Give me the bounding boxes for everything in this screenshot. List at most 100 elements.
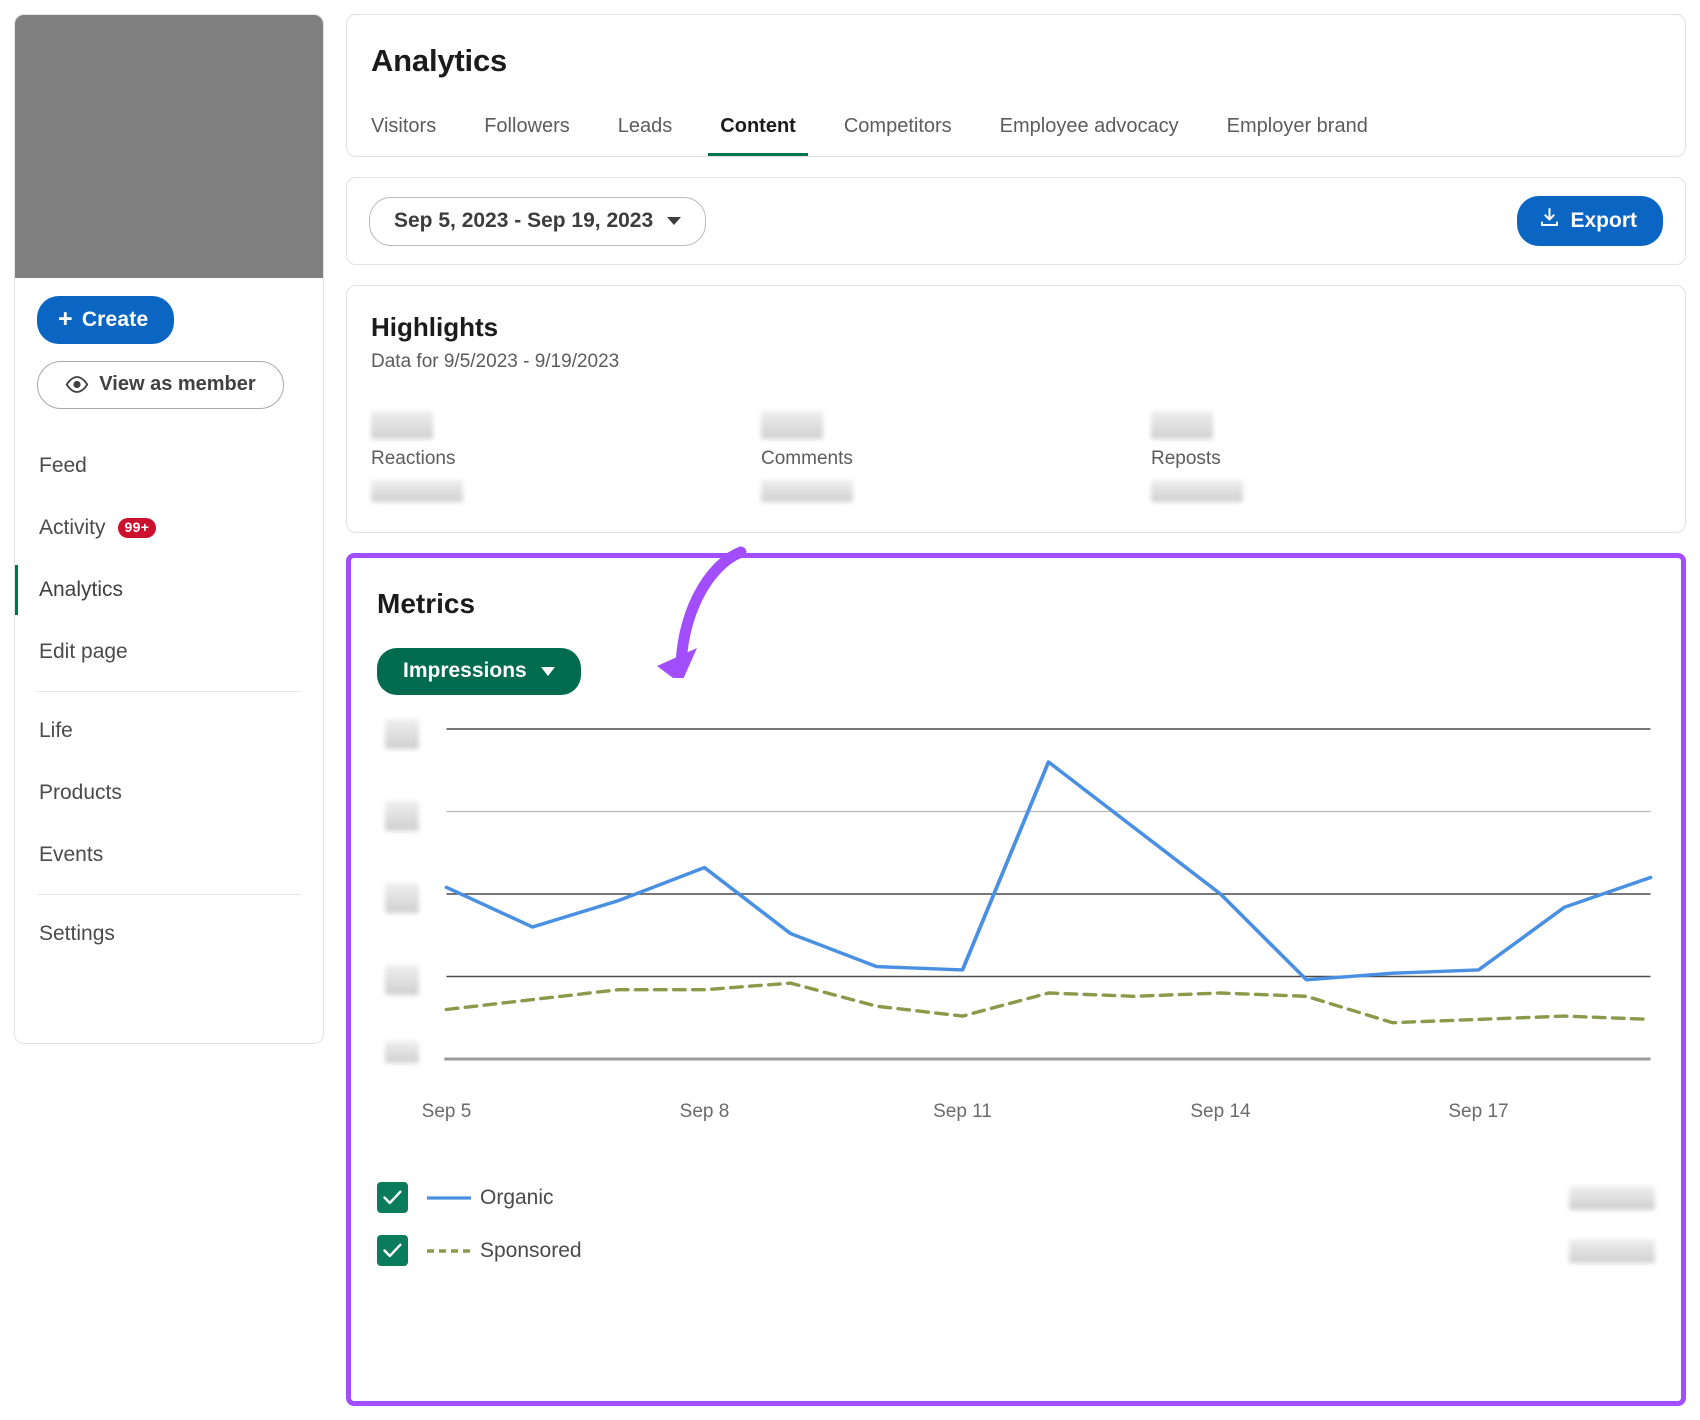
highlights-row: Reactions Comments Reposts	[371, 411, 1661, 502]
tab-label: Content	[720, 115, 796, 137]
view-as-member-button[interactable]: View as member	[37, 361, 284, 409]
tab-followers[interactable]: Followers	[460, 105, 594, 156]
tab-label: Visitors	[371, 115, 436, 137]
legend-checkbox-sponsored[interactable]	[377, 1235, 408, 1266]
toolbar-card: Sep 5, 2023 - Sep 19, 2023 Export	[346, 177, 1686, 265]
tab-visitors[interactable]: Visitors	[371, 105, 460, 156]
highlight-value-masked	[371, 411, 433, 439]
sidebar-item-analytics[interactable]: Analytics	[37, 559, 301, 621]
sidebar-item-label: Edit page	[39, 640, 128, 664]
highlight-value-masked	[1151, 411, 1213, 439]
highlights-subtitle: Data for 9/5/2023 - 9/19/2023	[371, 351, 1661, 373]
sidebar-item-label: Settings	[39, 922, 115, 946]
y-tick-masked	[385, 719, 419, 749]
legend-row-sponsored: Sponsored	[377, 1224, 1655, 1277]
highlight-value-masked	[761, 411, 823, 439]
highlight-comments: Comments	[761, 411, 1151, 502]
sidebar-item-settings[interactable]: Settings	[37, 903, 301, 965]
create-button[interactable]: + Create	[37, 296, 174, 344]
sidebar-divider	[37, 691, 301, 692]
y-axis-labels	[385, 723, 419, 1073]
highlight-label: Reactions	[371, 448, 761, 470]
legend-label: Sponsored	[480, 1239, 582, 1263]
sidebar-item-label: Events	[39, 843, 103, 867]
metric-selector-dropdown[interactable]: Impressions	[377, 648, 581, 695]
date-range-label: Sep 5, 2023 - Sep 19, 2023	[394, 209, 653, 233]
sidebar-nav: Feed Activity 99+ Analytics Edit page Li…	[37, 435, 301, 965]
x-tick-label: Sep 14	[1190, 1101, 1250, 1123]
page-title: Analytics	[371, 43, 1661, 79]
sidebar-item-label: Life	[39, 719, 73, 743]
main-content: Analytics Visitors Followers Leads Conte…	[346, 14, 1686, 1406]
sidebar-item-label: Analytics	[39, 578, 123, 602]
highlight-reposts: Reposts	[1151, 411, 1541, 502]
tab-label: Competitors	[844, 115, 952, 137]
x-axis-labels: Sep 5 Sep 8 Sep 11 Sep 14 Sep 17	[377, 1095, 1655, 1129]
y-tick-masked	[385, 801, 419, 831]
tab-competitors[interactable]: Competitors	[820, 105, 976, 156]
app-window: + Create View as member Feed Activity	[0, 0, 1700, 1420]
sidebar-item-products[interactable]: Products	[37, 762, 301, 824]
page-cover-photo	[15, 15, 323, 278]
highlights-card: Highlights Data for 9/5/2023 - 9/19/2023…	[346, 285, 1686, 533]
highlight-reactions: Reactions	[371, 411, 761, 502]
highlight-delta-masked	[371, 480, 463, 502]
metrics-title: Metrics	[377, 588, 1655, 620]
export-button-label: Export	[1570, 209, 1637, 233]
y-tick-masked	[385, 1041, 419, 1063]
metrics-chart: Sep 5 Sep 8 Sep 11 Sep 14 Sep 17	[377, 723, 1655, 1129]
legend-value-masked	[1569, 1186, 1655, 1210]
sidebar-item-life[interactable]: Life	[37, 700, 301, 762]
legend-label: Organic	[480, 1186, 554, 1210]
legend-checkbox-organic[interactable]	[377, 1182, 408, 1213]
sidebar-item-events[interactable]: Events	[37, 824, 301, 886]
sidebar-item-label: Products	[39, 781, 122, 805]
create-button-label: Create	[82, 308, 149, 332]
tab-content[interactable]: Content	[696, 105, 820, 156]
download-icon	[1539, 207, 1560, 234]
chevron-down-icon	[541, 667, 555, 676]
x-tick-label: Sep 5	[422, 1101, 472, 1123]
chart-plot-area	[377, 723, 1655, 1093]
legend-row-organic: Organic	[377, 1171, 1655, 1224]
metrics-card: Metrics Impressions	[346, 553, 1686, 1406]
sidebar: + Create View as member Feed Activity	[14, 14, 324, 1044]
tab-label: Employer brand	[1227, 115, 1368, 137]
tab-leads[interactable]: Leads	[594, 105, 697, 156]
highlight-label: Comments	[761, 448, 1151, 470]
activity-badge: 99+	[118, 518, 157, 538]
legend-swatch-dashed-icon	[426, 1248, 472, 1254]
tab-label: Followers	[484, 115, 570, 137]
x-tick-label: Sep 17	[1448, 1101, 1508, 1123]
tab-label: Employee advocacy	[1000, 115, 1179, 137]
tab-employer-brand[interactable]: Employer brand	[1203, 105, 1392, 156]
highlights-title: Highlights	[371, 312, 1661, 343]
legend-swatch-solid-icon	[426, 1195, 472, 1201]
date-range-picker[interactable]: Sep 5, 2023 - Sep 19, 2023	[369, 197, 706, 246]
sidebar-item-edit-page[interactable]: Edit page	[37, 621, 301, 683]
highlight-delta-masked	[761, 480, 853, 502]
y-tick-masked	[385, 883, 419, 913]
sidebar-item-label: Activity	[39, 516, 106, 540]
metric-selector-label: Impressions	[403, 659, 527, 683]
analytics-tabs: Visitors Followers Leads Content Competi…	[371, 105, 1661, 156]
sidebar-item-activity[interactable]: Activity 99+	[37, 497, 301, 559]
sidebar-divider	[37, 894, 301, 895]
x-tick-label: Sep 11	[933, 1101, 992, 1123]
analytics-header-card: Analytics Visitors Followers Leads Conte…	[346, 14, 1686, 157]
sidebar-item-feed[interactable]: Feed	[37, 435, 301, 497]
tab-employee-advocacy[interactable]: Employee advocacy	[976, 105, 1203, 156]
eye-icon	[65, 376, 89, 393]
sidebar-item-label: Feed	[39, 454, 87, 478]
export-button[interactable]: Export	[1517, 196, 1663, 246]
highlight-label: Reposts	[1151, 448, 1541, 470]
tab-label: Leads	[618, 115, 673, 137]
highlight-delta-masked	[1151, 480, 1243, 502]
view-as-member-label: View as member	[99, 373, 255, 396]
plus-icon: +	[58, 307, 73, 332]
x-tick-label: Sep 8	[680, 1101, 730, 1123]
chevron-down-icon	[667, 217, 681, 225]
chart-legend: Organic Sponsored	[377, 1171, 1655, 1277]
legend-value-masked	[1569, 1239, 1655, 1263]
y-tick-masked	[385, 965, 419, 995]
